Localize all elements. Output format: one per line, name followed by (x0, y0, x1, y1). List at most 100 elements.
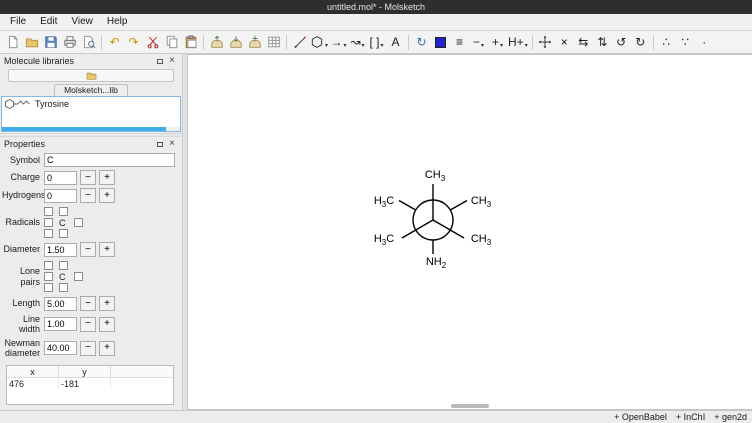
move-tool-button[interactable] (536, 32, 555, 52)
ring-tool-button[interactable]: ▾ (309, 32, 329, 52)
menu-item[interactable]: File (3, 14, 33, 30)
export-molecule-button[interactable] (226, 32, 245, 52)
rotate-ccw-button[interactable]: ↺ (612, 32, 631, 52)
atom-label-upper-left[interactable]: H3C (374, 195, 394, 209)
save-button[interactable] (41, 32, 60, 52)
lone-pair-checkbox[interactable] (59, 261, 68, 270)
hydrogens-decrement-button[interactable]: − (80, 188, 96, 203)
color-picker-button[interactable] (431, 32, 450, 52)
coord-header-x[interactable]: x (7, 366, 59, 377)
length-input[interactable] (44, 297, 77, 311)
canvas-hscrollbar[interactable] (188, 404, 752, 409)
bracket-tool-button[interactable]: [ ] ▾ (367, 32, 386, 52)
lone-pair-checkbox[interactable] (59, 283, 68, 292)
newman-diameter-decrement-button[interactable]: − (80, 341, 96, 356)
atom-label-top[interactable]: CH3 (425, 169, 445, 183)
float-dock-button[interactable] (154, 55, 166, 67)
coordinate-row[interactable]: 476 -181 (7, 378, 173, 390)
align-tool-button[interactable]: ≡ (450, 32, 469, 52)
line-width-input[interactable] (44, 317, 77, 331)
print-preview-button[interactable] (79, 32, 98, 52)
hydrogens-input[interactable] (44, 189, 77, 203)
draw-bond-tool-button[interactable] (290, 32, 309, 52)
menu-item[interactable]: Edit (33, 14, 64, 30)
coord-cell-x[interactable]: 476 (7, 378, 59, 390)
lone-pair-tool-button[interactable]: ∴ (657, 32, 676, 52)
charge-decrement-button[interactable]: − (80, 170, 96, 185)
hydrogens-increment-button[interactable]: + (99, 188, 115, 203)
library-hscrollbar[interactable] (2, 127, 180, 131)
coord-cell-y[interactable]: -181 (59, 378, 111, 390)
line-width-decrement-button[interactable]: − (80, 317, 96, 332)
delete-tool-button[interactable]: × (555, 32, 574, 52)
libraries-dock-title: Molecule libraries (4, 56, 154, 66)
radical-tool-button[interactable]: ∵ (676, 32, 695, 52)
lone-pair-checkbox[interactable] (44, 272, 53, 281)
molsketch-window: untitled.mol* - Molsketch FileEditViewHe… (0, 0, 752, 423)
charge-plus-button[interactable]: + ▾ (488, 32, 507, 52)
radical-checkbox[interactable] (44, 229, 53, 238)
library-item[interactable]: Tyrosine (2, 97, 180, 111)
hydrogen-tool-button[interactable]: H+ ▾ (507, 32, 529, 52)
diameter-increment-button[interactable]: + (99, 242, 115, 257)
atom-label-lower-right[interactable]: CH3 (471, 233, 491, 247)
line-width-increment-button[interactable]: + (99, 317, 115, 332)
mechanism-arrow-tool-button[interactable]: ↝ ▾ (348, 32, 367, 52)
paste-button[interactable] (181, 32, 200, 52)
hscrollbar-thumb[interactable] (2, 127, 166, 131)
canvas-hscrollbar-thumb[interactable] (451, 404, 489, 408)
menu-item[interactable]: Help (100, 14, 135, 30)
close-dock-button[interactable]: × (166, 138, 178, 150)
length-decrement-button[interactable]: − (80, 296, 96, 311)
menu-item[interactable]: View (64, 14, 100, 30)
electron-tool-button[interactable]: · (695, 32, 714, 52)
charge-increment-button[interactable]: + (99, 170, 115, 185)
drawing-canvas[interactable]: CH3 H3C CH3 H3C CH3 NH2 (187, 54, 752, 410)
reaction-tool-button[interactable]: ↻ (412, 32, 431, 52)
newman-diameter-increment-button[interactable]: + (99, 341, 115, 356)
library-list[interactable]: Tyrosine (1, 96, 181, 132)
new-document-button[interactable] (3, 32, 22, 52)
float-icon (157, 59, 163, 64)
diameter-decrement-button[interactable]: − (80, 242, 96, 257)
add-to-library-button[interactable] (245, 32, 264, 52)
symbol-input[interactable] (44, 153, 175, 167)
length-increment-button[interactable]: + (99, 296, 115, 311)
charge-minus-button[interactable]: − ▾ (469, 32, 488, 52)
flip-vertical-button[interactable]: ⇅ (593, 32, 612, 52)
radical-checkbox[interactable] (44, 207, 53, 216)
cut-button[interactable] (143, 32, 162, 52)
print-button[interactable] (60, 32, 79, 52)
flip-horizontal-button[interactable]: ⇆ (574, 32, 593, 52)
close-dock-button[interactable]: × (166, 55, 178, 67)
open-library-button[interactable] (8, 69, 174, 82)
coordinates-table[interactable]: x y 476 -181 (6, 365, 174, 405)
periodic-table-button[interactable] (264, 32, 283, 52)
atom-label-upper-right[interactable]: CH3 (471, 195, 491, 209)
undo-button[interactable]: ↶ (105, 32, 124, 52)
radical-checkbox[interactable] (59, 207, 68, 216)
copy-button[interactable] (162, 32, 181, 52)
atom-label-lower-left[interactable]: H3C (374, 233, 394, 247)
lone-pair-checkbox[interactable] (44, 261, 53, 270)
radical-checkbox[interactable] (59, 229, 68, 238)
radicals-row: Radicals C (2, 206, 178, 239)
lone-pair-checkbox[interactable] (44, 283, 53, 292)
diameter-input[interactable] (44, 243, 77, 257)
text-tool-button[interactable]: A (386, 32, 405, 52)
radical-checkbox[interactable] (74, 218, 83, 227)
rotate-cw-button[interactable]: ↻ (631, 32, 650, 52)
reaction-arrow-tool-button[interactable]: → ▾ (329, 32, 348, 52)
open-file-button[interactable] (22, 32, 41, 52)
newman-diameter-input[interactable] (44, 341, 77, 355)
library-tab[interactable]: Molsketch...lib (54, 84, 128, 96)
float-dock-button[interactable] (154, 138, 166, 150)
redo-button[interactable]: ↷ (124, 32, 143, 52)
charge-input[interactable] (44, 171, 77, 185)
atom-label-bottom[interactable]: NH2 (426, 256, 446, 270)
newman-projection[interactable]: CH3 H3C CH3 H3C CH3 NH2 (348, 135, 518, 305)
lone-pair-checkbox[interactable] (74, 272, 83, 281)
import-molecule-button[interactable] (207, 32, 226, 52)
coord-header-y[interactable]: y (59, 366, 111, 377)
radical-checkbox[interactable] (44, 218, 53, 227)
